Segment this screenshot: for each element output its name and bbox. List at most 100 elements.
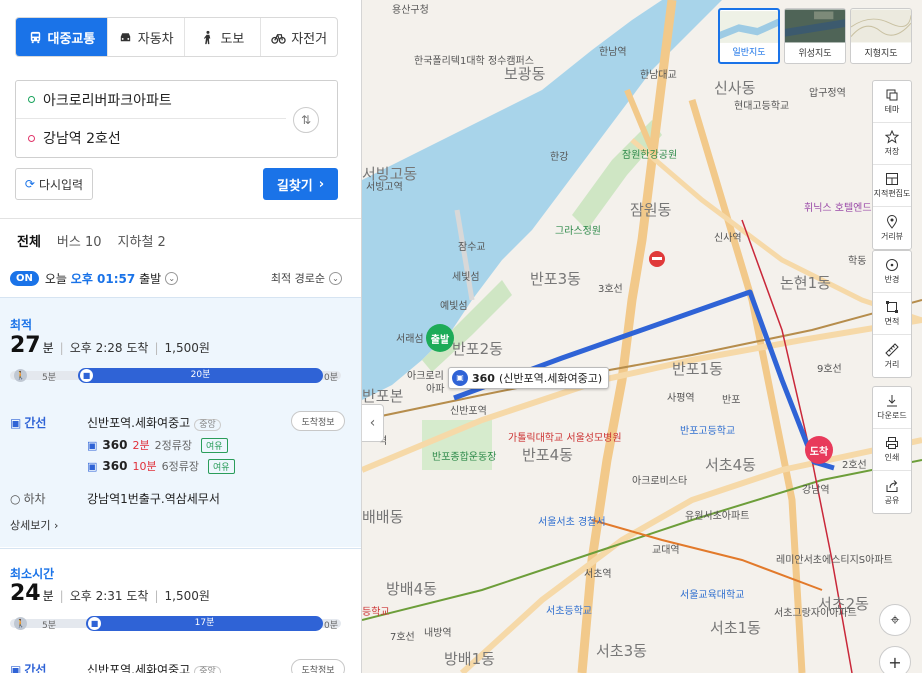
tab-bus[interactable]: 버스 10 (57, 231, 102, 250)
walk-icon: 🚶 (14, 369, 27, 382)
alight-label-text: 하차 (23, 492, 46, 506)
map-label: 3호선 (598, 284, 623, 295)
bus-icon (30, 31, 40, 43)
total-minutes: 27 분 (10, 333, 54, 358)
swap-arrows-icon: ⇅ (300, 113, 312, 127)
normal-map-thumb (720, 11, 778, 43)
map-label: 강남역 (802, 485, 830, 496)
total-minutes: 24 분 (10, 581, 54, 606)
destination-value: 강남역 2호선 (43, 131, 121, 147)
tool-streetview[interactable]: 거리뷰 (873, 207, 911, 249)
current-location-button[interactable]: ⌖ (879, 604, 911, 636)
map-view[interactable]: 용산구청 한국폴리텍1대학 정수캠퍼스 보광동 한남역 한남대교 신사동 현대고… (362, 0, 922, 673)
tab-car[interactable]: 자동차 (106, 18, 184, 56)
bus-stop-callout[interactable]: ▣ 360 (신반포역.세화여중고) (448, 367, 610, 389)
origin-dot-icon (28, 96, 35, 103)
map-label: 반포3동 (530, 270, 581, 288)
tab-bike[interactable]: 자전거 (260, 18, 337, 56)
plus-icon: + (888, 652, 902, 672)
tab-transit[interactable]: 대중교통 (16, 18, 107, 56)
find-route-button[interactable]: 길찾기 › (263, 168, 338, 200)
map-label: 서초등학교 (546, 606, 592, 617)
destination-dot-icon (28, 134, 35, 142)
tool-label: 저장 (884, 147, 900, 156)
layer-terrain[interactable]: 지형지도 (850, 8, 912, 64)
tab-subway[interactable]: 지하철 2 (118, 231, 166, 250)
swap-button[interactable]: ⇅ (293, 107, 319, 133)
board-type-label: 간선 (24, 663, 47, 673)
callout-bus-number: 360 (472, 371, 495, 385)
map-label: 등학교 (362, 607, 390, 618)
destination-field[interactable]: 강남역 2호선 (16, 119, 286, 157)
bus-icon: ▣ (452, 370, 468, 386)
route-card-label: 최적 (10, 318, 33, 332)
zoom-in-button[interactable]: + (879, 646, 911, 673)
alight-stop: 강남역1번출구.역삼세무서 (87, 492, 220, 506)
collapse-panel-button[interactable]: ‹ (362, 404, 384, 442)
route-timeline-bar: 🚶 5분 17분 ■ 0분 (10, 616, 341, 631)
end-marker[interactable]: 도착 (805, 436, 833, 464)
tool-theme[interactable]: 테마 (873, 81, 911, 123)
map-label: 서초4동 (705, 456, 756, 474)
start-marker[interactable]: 출발 (426, 324, 454, 352)
tab-all[interactable]: 전체 (17, 231, 41, 250)
map-label: 보광동 (504, 65, 546, 83)
fare: 1,500원 (164, 589, 210, 603)
depart-time[interactable]: 오후 01:57 (71, 270, 135, 287)
sort-chevron-icon: ⌄ (329, 271, 342, 285)
board-stop: 신반포역.세화여중고 중앙 (87, 414, 221, 431)
walk-time-2: 0분 (324, 373, 339, 383)
tab-walk-label: 도보 (220, 31, 245, 47)
minute-unit: 분 (42, 589, 54, 603)
tool-save[interactable]: 저장 (873, 123, 911, 165)
tab-car-label: 자동차 (137, 31, 174, 47)
stop-tag: 중앙 (194, 419, 221, 431)
arrival-info-button[interactable]: 도착정보 (291, 659, 345, 673)
tool-cadastral[interactable]: 지적편집도 (873, 165, 911, 207)
map-label: 방배1동 (444, 650, 495, 668)
map-label: 신사동 (714, 79, 756, 97)
bus-stops: 6정류장 (161, 460, 199, 473)
origin-field[interactable]: 아크로리버파크아파트 (16, 81, 286, 119)
tool-radius[interactable]: 반경 (873, 251, 911, 293)
minute-unit: 분 (42, 341, 54, 355)
map-label: 서울교육대학교 (680, 590, 745, 601)
layer-satellite[interactable]: 위성지도 (784, 8, 846, 64)
crowd-status: 여유 (207, 458, 235, 474)
map-label: 반포4동 (522, 446, 573, 464)
bus-segment-icon: ■ (88, 617, 101, 630)
route-card-best[interactable]: 최적 27 분 | 오후 2:28 도착 | 1,500원 🚶 5분 20분 ■ … (0, 297, 361, 547)
layer-terrain-label: 지형지도 (864, 49, 898, 59)
map-label: 압구정역 (809, 88, 846, 99)
tool-download[interactable]: 다운로드 (873, 387, 911, 429)
reset-button[interactable]: ⟳ 다시입력 (15, 168, 93, 200)
tool-label: 지적편집도 (873, 189, 911, 198)
route-card-label: 최소시간 (10, 567, 55, 581)
tool-label: 공유 (884, 495, 900, 505)
tab-walk[interactable]: 도보 (183, 18, 261, 56)
chevron-down-icon[interactable]: ⌄ (165, 271, 179, 285)
layer-normal[interactable]: 일반지도 (718, 8, 780, 64)
bus-segment: 17분 (86, 616, 323, 631)
reset-label: 다시입력 (38, 177, 84, 192)
arrival-info-button[interactable]: 도착정보 (291, 411, 345, 431)
tool-share[interactable]: 공유 (873, 471, 911, 513)
sort-select[interactable]: 최적 경로순 ⌄ (271, 270, 342, 286)
crosshair-icon: ⌖ (890, 610, 900, 629)
download-icon (887, 395, 897, 407)
origin-value: 아크로리버파크아파트 (43, 92, 172, 109)
depart-toggle[interactable]: ON (10, 270, 39, 286)
bus-number: 360 (102, 459, 128, 473)
tool-area[interactable]: 면적 (873, 293, 911, 335)
satellite-map-thumb (785, 9, 845, 43)
details-link[interactable]: 상세보기 › (10, 517, 58, 533)
tool-print[interactable]: 인쇄 (873, 429, 911, 471)
crowd-status: 여유 (200, 437, 228, 453)
tool-distance[interactable]: 거리 (873, 335, 911, 377)
walk-time-2: 0분 (324, 621, 339, 631)
map-label: 아파 (426, 384, 445, 395)
route-card-fastest[interactable]: 최소시간 24 분 | 오후 2:31 도착 | 1,500원 🚶 5분 17분 … (0, 548, 361, 673)
alight-label: ○ 하차 (10, 490, 46, 507)
map-label: 교대역 (652, 545, 680, 556)
bus-eta: 10분 (132, 460, 157, 473)
